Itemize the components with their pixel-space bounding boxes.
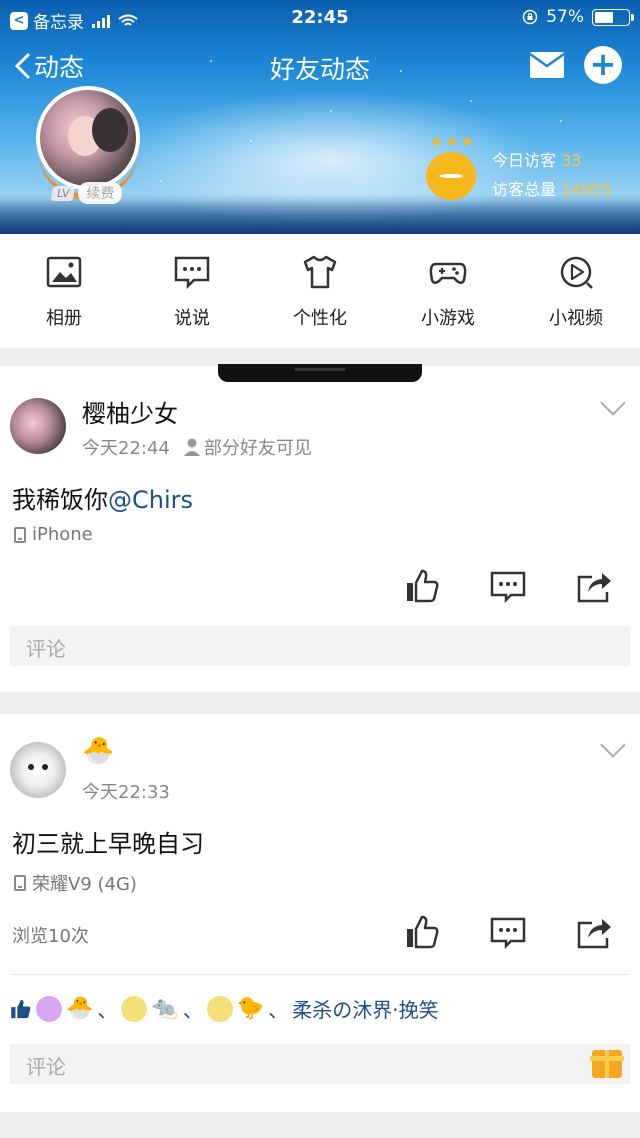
menu-item-shuoshuo[interactable]: 说说 <box>128 234 256 348</box>
battery-icon <box>592 8 634 26</box>
like-icon[interactable] <box>404 568 440 604</box>
liker-avatar-yellow-icon <box>206 995 233 1022</box>
profile-header: < 备忘录 22:45 57% 动态 好友动态 + LV 续费 ★★★ 今日访客… <box>0 0 640 234</box>
author-avatar[interactable] <box>10 398 66 454</box>
profile-avatar[interactable] <box>36 86 140 190</box>
divider <box>10 974 630 975</box>
likes-separator: 、 <box>97 998 118 1022</box>
post-visibility: 部分好友可见 <box>203 438 312 459</box>
likes-separator: 、 <box>268 998 289 1022</box>
liker-avatar-chick-icon: 🐣 <box>66 996 94 1021</box>
chevron-down-icon[interactable] <box>600 390 626 416</box>
menu-label: 小游戏 <box>421 308 475 329</box>
post-device: 荣耀V9 (4G) <box>14 870 137 896</box>
menu-label: 个性化 <box>293 308 347 329</box>
liker-avatar-duck-icon: 🐤 <box>236 996 265 1021</box>
feed-post: 🐣 今天22:33 初三就上早晚自习 荣耀V9 (4G) 浏览10次 🐣 、 🐀 <box>0 714 640 1112</box>
chevron-down-icon[interactable] <box>600 732 626 758</box>
level-stars-icon: ★★★ <box>430 134 477 150</box>
video-play-icon <box>560 256 593 289</box>
phone-icon <box>14 526 26 543</box>
post-device: iPhone <box>14 524 93 545</box>
total-visitors-count: 14955 <box>561 180 613 199</box>
mail-icon[interactable] <box>528 48 566 82</box>
author-avatar[interactable] <box>10 742 66 798</box>
feed-post: 樱柚少女 今天22:44 部分好友可见 我稀饭你@Chirs iPhone 评论 <box>0 366 640 692</box>
post-text: 初三就上早晚自习 <box>12 830 204 858</box>
comment-icon[interactable] <box>490 568 526 604</box>
phone-icon <box>14 875 26 891</box>
like-small-icon <box>11 999 31 1018</box>
status-bar: < 备忘录 22:45 57% <box>0 0 640 36</box>
liker-avatar-yellow-icon <box>121 995 148 1022</box>
menu-item-games[interactable]: 小游戏 <box>384 234 512 348</box>
person-icon <box>183 438 200 456</box>
post-meta: 今天22:44 部分好友可见 <box>82 434 312 460</box>
view-count: 浏览10次 <box>12 926 89 947</box>
photo-album-icon <box>46 256 82 288</box>
comment-input[interactable]: 评论 <box>10 626 630 666</box>
add-button[interactable]: + <box>584 46 622 84</box>
post-time: 今天22:44 <box>82 438 170 459</box>
today-visitors-label: 今日访客 <box>492 151 557 170</box>
menu-label: 小视频 <box>549 308 603 329</box>
notch-overlay <box>218 364 422 382</box>
post-text: 我稀饭你@Chirs <box>12 480 193 515</box>
visitor-stats[interactable]: 今日访客 33 访客总量 14955 <box>492 146 612 204</box>
comment-icon[interactable] <box>490 914 526 950</box>
feature-menu: 相册 说说 个性化 小游戏 小视频 <box>0 234 640 348</box>
likes-separator: 、 <box>182 998 203 1022</box>
menu-label: 相册 <box>46 308 82 329</box>
share-icon[interactable] <box>576 914 612 950</box>
today-visitors-count: 33 <box>561 151 582 170</box>
device-name: 荣耀V9 (4G) <box>32 874 137 895</box>
menu-item-short-video[interactable]: 小视频 <box>512 234 640 348</box>
comment-input[interactable]: 评论 <box>10 1044 630 1084</box>
author-name[interactable]: 樱柚少女 <box>82 394 178 429</box>
post-actions <box>404 568 612 604</box>
rotation-lock-icon <box>522 9 538 25</box>
post-meta: 今天22:33 <box>82 778 170 804</box>
gift-icon[interactable] <box>590 1050 624 1078</box>
mention-link[interactable]: @Chirs <box>108 486 193 514</box>
battery-percent: 57% <box>546 7 584 27</box>
nav-bar: 动态 好友动态 + <box>0 40 640 90</box>
liker-avatar-fish-icon <box>36 995 62 1022</box>
menu-item-personalize[interactable]: 个性化 <box>256 234 384 348</box>
gamepad-icon <box>429 262 467 284</box>
post-actions <box>404 914 612 950</box>
device-name: iPhone <box>32 524 93 545</box>
tshirt-icon <box>303 255 337 289</box>
sun-level-icon[interactable] <box>426 152 476 200</box>
menu-label: 说说 <box>174 308 210 329</box>
renew-button[interactable]: 续费 <box>78 182 123 204</box>
post-time: 今天22:33 <box>82 782 170 803</box>
author-name[interactable]: 🐣 <box>82 736 114 766</box>
post-text-body: 我稀饭你 <box>12 486 108 514</box>
total-visitors-label: 访客总量 <box>492 180 557 199</box>
likes-list[interactable]: 🐣 、 🐀 、 🐤 、 柔杀の沐界·挽笑 <box>10 994 439 1023</box>
vip-level: LV <box>50 185 76 201</box>
vip-badge[interactable]: LV 续费 <box>50 182 123 204</box>
chat-bubble-icon <box>174 256 210 290</box>
liker-avatar-rat-icon: 🐀 <box>151 996 179 1021</box>
like-icon[interactable] <box>404 914 440 950</box>
share-icon[interactable] <box>576 568 612 604</box>
menu-item-album[interactable]: 相册 <box>0 234 128 348</box>
liker-name[interactable]: 柔杀の沐界·挽笑 <box>292 994 438 1023</box>
